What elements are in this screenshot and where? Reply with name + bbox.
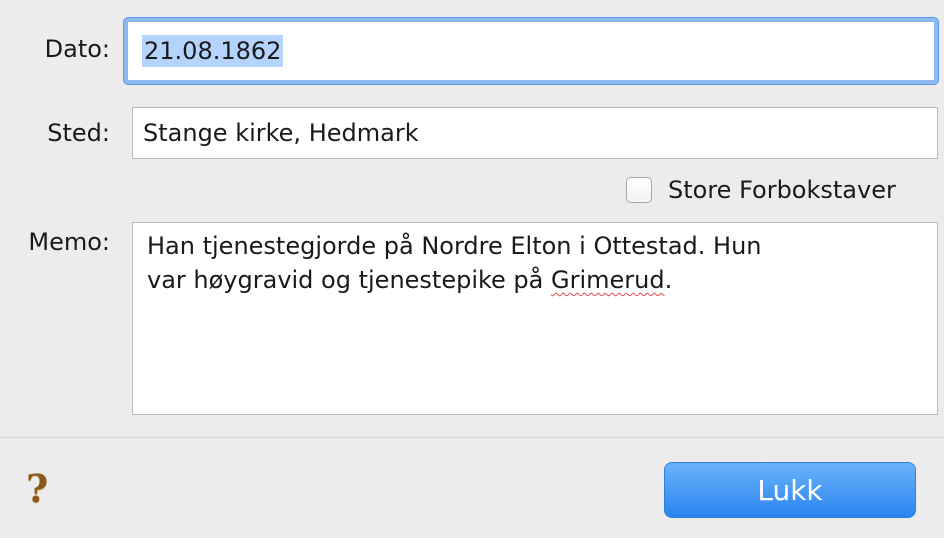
misspelled-word: Grimerud	[551, 266, 665, 294]
store-forbokstaver-checkbox[interactable]	[626, 177, 652, 203]
sted-input[interactable]: Stange kirke, Hedmark	[132, 107, 938, 159]
memo-text: var høygravid og tjenestepike på	[147, 266, 552, 294]
sted-label: Sted:	[47, 119, 110, 147]
store-forbokstaver-label: Store Forbokstaver	[668, 176, 896, 204]
dato-value: 21.08.1862	[142, 35, 284, 67]
memo-line: Han tjenestegjorde på Nordre Elton i Ott…	[147, 232, 762, 260]
question-mark-icon[interactable]: ?	[26, 466, 48, 511]
footer-divider	[0, 437, 944, 438]
dato-input[interactable]: 21.08.1862	[124, 18, 938, 84]
memo-line: var høygravid og tjenestepike på Grimeru…	[147, 263, 923, 297]
close-button-label: Lukk	[757, 473, 823, 507]
sted-value: Stange kirke, Hedmark	[143, 119, 419, 147]
close-button[interactable]: Lukk	[664, 462, 916, 518]
store-forbokstaver-option[interactable]: Store Forbokstaver	[626, 176, 896, 204]
memo-textarea[interactable]: Han tjenestegjorde på Nordre Elton i Ott…	[132, 222, 938, 415]
dato-label: Dato:	[44, 35, 110, 63]
memo-text: .	[664, 266, 673, 294]
memo-label: Memo:	[28, 228, 110, 256]
